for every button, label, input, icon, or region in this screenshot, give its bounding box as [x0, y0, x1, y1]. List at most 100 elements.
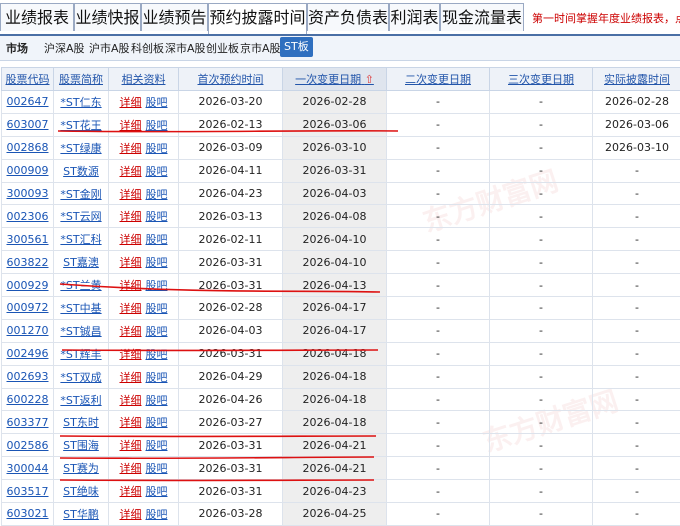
detail-link[interactable]: 详细: [120, 348, 142, 361]
stock-code-link[interactable]: 300044: [7, 462, 49, 475]
stock-code-link[interactable]: 002647: [7, 95, 49, 108]
detail-link[interactable]: 详细: [120, 485, 142, 498]
promo-link[interactable]: 第一时间掌握年度业绩报表，点击: [532, 10, 680, 26]
stock-name-link[interactable]: *ST中基: [60, 302, 101, 315]
detail-link[interactable]: 详细: [120, 462, 142, 475]
detail-link[interactable]: 详细: [120, 394, 142, 407]
stock-forum-link[interactable]: 股吧: [146, 210, 168, 223]
detail-link[interactable]: 详细: [120, 233, 142, 246]
detail-link[interactable]: 详细: [120, 508, 142, 521]
detail-link[interactable]: 详细: [120, 256, 142, 269]
stock-code-link[interactable]: 002693: [7, 370, 49, 383]
stock-name-link[interactable]: *ST金刚: [60, 188, 101, 201]
filter-sh-a[interactable]: 沪市A股: [89, 40, 130, 56]
filter-chinext[interactable]: 创业板: [206, 40, 239, 56]
stock-forum-link[interactable]: 股吧: [146, 371, 168, 384]
detail-link[interactable]: 详细: [120, 142, 142, 155]
stock-code-link[interactable]: 603377: [7, 416, 49, 429]
header-first-appointment[interactable]: 首次预约时间: [179, 68, 283, 91]
stock-name-link[interactable]: *ST兰黄: [60, 279, 101, 292]
stock-name-link[interactable]: *ST辉丰: [60, 348, 101, 361]
detail-link[interactable]: 详细: [120, 188, 142, 201]
stock-forum-link[interactable]: 股吧: [146, 394, 168, 407]
detail-link[interactable]: 详细: [120, 119, 142, 132]
tab-performance-express[interactable]: 业绩快报: [74, 3, 141, 31]
filter-bj-a[interactable]: 京市A股: [240, 40, 281, 56]
stock-name-link[interactable]: ST华鹏: [63, 508, 99, 521]
stock-code-link[interactable]: 603021: [7, 507, 49, 520]
stock-code-link[interactable]: 002306: [7, 210, 49, 223]
stock-forum-link[interactable]: 股吧: [146, 119, 168, 132]
tab-cash-flow[interactable]: 现金流量表: [440, 3, 524, 31]
detail-link[interactable]: 详细: [120, 279, 142, 292]
detail-link[interactable]: 详细: [120, 165, 142, 178]
stock-forum-link[interactable]: 股吧: [146, 416, 168, 429]
stock-name-link[interactable]: *ST汇科: [60, 233, 101, 246]
stock-forum-link[interactable]: 股吧: [146, 485, 168, 498]
detail-link[interactable]: 详细: [120, 325, 142, 338]
detail-link[interactable]: 详细: [120, 302, 142, 315]
stock-forum-link[interactable]: 股吧: [146, 348, 168, 361]
stock-name-link[interactable]: ST嘉澳: [63, 256, 99, 269]
tab-disclosure-schedule[interactable]: 预约披露时间: [208, 3, 307, 34]
stock-forum-link[interactable]: 股吧: [146, 233, 168, 246]
stock-forum-link[interactable]: 股吧: [146, 96, 168, 109]
stock-code-link[interactable]: 603517: [7, 485, 49, 498]
tab-balance-sheet[interactable]: 资产负债表: [307, 3, 389, 31]
stock-code-link[interactable]: 300561: [7, 233, 49, 246]
header-actual-disclosure[interactable]: 实际披露时间: [593, 68, 680, 91]
stock-forum-link[interactable]: 股吧: [146, 325, 168, 338]
stock-name-link[interactable]: *ST云网: [60, 210, 101, 223]
tab-performance-forecast[interactable]: 业绩预告: [141, 3, 208, 31]
related-info-cell: 详细股吧: [109, 251, 179, 274]
stock-name-link[interactable]: ST围海: [63, 439, 99, 452]
stock-forum-link[interactable]: 股吧: [146, 279, 168, 292]
stock-code-link[interactable]: 000972: [7, 301, 49, 314]
stock-name-link[interactable]: ST赛为: [63, 462, 99, 475]
stock-forum-link[interactable]: 股吧: [146, 188, 168, 201]
detail-link[interactable]: 详细: [120, 416, 142, 429]
stock-name-link[interactable]: *ST返利: [60, 394, 101, 407]
detail-link[interactable]: 详细: [120, 210, 142, 223]
header-stock-code[interactable]: 股票代码: [2, 68, 54, 91]
stock-code-link[interactable]: 603822: [7, 256, 49, 269]
stock-forum-link[interactable]: 股吧: [146, 439, 168, 452]
filter-sh-sz-a[interactable]: 沪深A股: [44, 40, 85, 56]
filter-sz-a[interactable]: 深市A股: [165, 40, 206, 56]
header-stock-name[interactable]: 股票简称: [54, 68, 109, 91]
header-second-change[interactable]: 二次变更日期: [387, 68, 490, 91]
stock-code-link[interactable]: 300093: [7, 187, 49, 200]
detail-link[interactable]: 详细: [120, 439, 142, 452]
stock-forum-link[interactable]: 股吧: [146, 302, 168, 315]
header-first-change[interactable]: 一次变更日期 ⇧: [283, 68, 387, 91]
stock-code-link[interactable]: 002586: [7, 439, 49, 452]
stock-name-link[interactable]: ST东时: [63, 416, 99, 429]
stock-name-link[interactable]: *ST花王: [60, 119, 101, 132]
stock-name-link[interactable]: ST数源: [63, 165, 99, 178]
detail-link[interactable]: 详细: [120, 96, 142, 109]
stock-name-link[interactable]: *ST双成: [60, 371, 101, 384]
stock-code-link[interactable]: 600228: [7, 393, 49, 406]
stock-name-link[interactable]: *ST仁东: [60, 96, 101, 109]
tab-income-statement[interactable]: 利润表: [389, 3, 440, 31]
filter-star-market[interactable]: 科创板: [131, 40, 164, 56]
stock-forum-link[interactable]: 股吧: [146, 508, 168, 521]
stock-name-link[interactable]: *ST绿康: [60, 142, 101, 155]
stock-forum-link[interactable]: 股吧: [146, 165, 168, 178]
stock-code-link[interactable]: 002868: [7, 141, 49, 154]
stock-name-link[interactable]: ST绝味: [63, 485, 99, 498]
stock-forum-link[interactable]: 股吧: [146, 462, 168, 475]
stock-code-link[interactable]: 000909: [7, 164, 49, 177]
stock-code-link[interactable]: 000929: [7, 279, 49, 292]
stock-code-link[interactable]: 603007: [7, 118, 49, 131]
stock-name-link[interactable]: *ST铖昌: [60, 325, 101, 338]
tab-performance-report[interactable]: 业绩报表: [0, 3, 74, 31]
table-row: 600228*ST返利详细股吧2026-04-262026-04-18---: [2, 388, 680, 411]
detail-link[interactable]: 详细: [120, 371, 142, 384]
filter-st-board[interactable]: ST板: [280, 37, 313, 57]
stock-forum-link[interactable]: 股吧: [146, 142, 168, 155]
stock-code-link[interactable]: 002496: [7, 347, 49, 360]
stock-forum-link[interactable]: 股吧: [146, 256, 168, 269]
header-third-change[interactable]: 三次变更日期: [490, 68, 593, 91]
stock-code-link[interactable]: 001270: [7, 324, 49, 337]
